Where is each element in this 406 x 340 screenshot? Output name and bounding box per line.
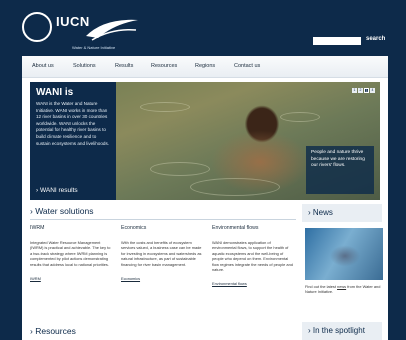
news-sidebar: › News <box>302 204 382 226</box>
nav-regions[interactable]: Regions <box>195 63 215 69</box>
nav-contact-us[interactable]: Contact us <box>234 63 260 69</box>
wani-description: WANI is the Water and Nature Initiative.… <box>36 101 110 146</box>
header: IUCN Water & Nature Initiative search <box>0 0 406 56</box>
section-divider <box>30 219 296 220</box>
column-heading: IWRM <box>30 225 45 231</box>
iucn-logo[interactable]: IUCN Water & Nature Initiative <box>22 12 142 50</box>
solution-column-environmental-flows: Environmental flows WANI demonstrates ap… <box>212 225 294 290</box>
main-content: About us Solutions Results Resources Reg… <box>22 56 388 340</box>
logo-circle-icon <box>22 12 52 42</box>
hero-banner: WANI is WANI is the Water and Nature Ini… <box>30 82 380 200</box>
solution-column-iwrm: IWRM Integrated Water Resource Managemen… <box>30 225 112 285</box>
spotlight-title: › In the spotlight <box>308 326 365 335</box>
slide-dot[interactable]: 4 <box>370 88 375 93</box>
news-photo[interactable] <box>305 228 383 280</box>
news-link[interactable]: news <box>337 284 346 289</box>
column-link[interactable]: IWRM <box>30 276 41 281</box>
column-text: Integrated Water Resource Management (IW… <box>30 240 111 267</box>
wani-intro-box: WANI is WANI is the Water and Nature Ini… <box>30 82 116 200</box>
column-heading: Economics <box>121 225 147 231</box>
column-text: With the costs and benefits of ecosystem… <box>121 240 202 267</box>
column-text: WANI demonstrates application of environ… <box>212 240 293 273</box>
nav-solutions[interactable]: Solutions <box>73 63 96 69</box>
slide-dot[interactable]: 2 <box>358 88 363 93</box>
news-header[interactable]: › News <box>302 204 382 222</box>
solution-column-economics: Economics With the costs and benefits of… <box>121 225 203 285</box>
search-input[interactable] <box>313 37 361 45</box>
main-nav: About us Solutions Results Resources Reg… <box>22 56 388 78</box>
wani-results-link[interactable]: › WANI results <box>36 187 78 194</box>
water-solutions-heading[interactable]: › Water solutions <box>30 206 93 216</box>
logo-tagline: Water & Nature Initiative <box>72 45 116 50</box>
column-link[interactable]: Economics <box>121 276 140 281</box>
wani-title: WANI is <box>36 87 74 98</box>
column-heading: Environmental flows <box>212 225 259 231</box>
news-text: Find out the latest news from the Water … <box>305 284 381 295</box>
slide-dot[interactable]: 1 <box>352 88 357 93</box>
bird-wave-icon <box>86 19 138 41</box>
spotlight-header[interactable]: › In the spotlight <box>302 322 382 340</box>
column-link[interactable]: Environmental flows <box>212 281 247 286</box>
hero-caption: People and nature thrive because we are … <box>306 146 374 194</box>
nav-about-us[interactable]: About us <box>32 63 54 69</box>
nav-resources[interactable]: Resources <box>151 63 177 69</box>
search-button[interactable]: search <box>366 36 385 42</box>
news-title: › News <box>308 208 333 217</box>
page: IUCN Water & Nature Initiative search Ab… <box>0 0 406 340</box>
nav-results[interactable]: Results <box>115 63 133 69</box>
resources-heading[interactable]: › Resources <box>30 326 76 336</box>
hero-slide-pager: 1 2 3 4 <box>352 88 375 93</box>
slide-dot-active[interactable]: 3 <box>364 88 369 93</box>
